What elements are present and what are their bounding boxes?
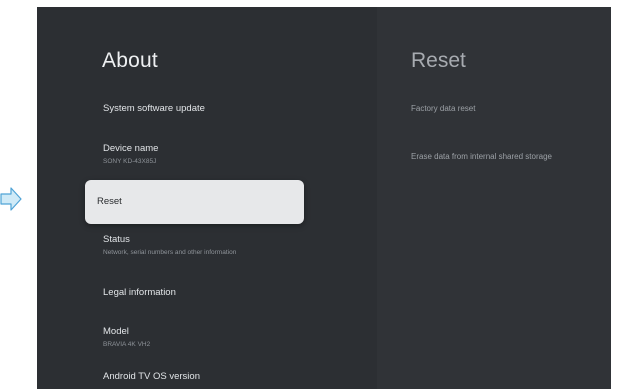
menu-item-system-software-update[interactable]: System software update bbox=[85, 103, 304, 115]
menu-item-android-tv-os-version[interactable]: Android TV OS version bbox=[85, 371, 304, 383]
menu-item-reset[interactable]: Reset bbox=[85, 180, 304, 224]
factory-data-reset-option[interactable]: Factory data reset bbox=[411, 104, 475, 113]
menu-item-label: System software update bbox=[103, 103, 205, 114]
menu-item-model[interactable]: Model BRAVIA 4K VH2 bbox=[85, 326, 304, 350]
menu-item-sublabel: Network, serial numbers and other inform… bbox=[103, 249, 237, 256]
about-title: About bbox=[102, 49, 158, 72]
menu-item-device-name[interactable]: Device name SONY KD-43X85J bbox=[85, 143, 304, 167]
menu-item-legal-information[interactable]: Legal information bbox=[85, 287, 304, 299]
menu-item-label: Legal information bbox=[103, 287, 176, 298]
menu-item-label: Model bbox=[103, 326, 129, 337]
menu-item-label: Status bbox=[103, 234, 130, 245]
menu-item-label: Device name bbox=[103, 143, 159, 154]
menu-item-status[interactable]: Status Network, serial numbers and other… bbox=[85, 234, 304, 258]
erase-internal-storage-option[interactable]: Erase data from internal shared storage bbox=[411, 152, 552, 161]
tv-screen: About System software update Device name… bbox=[37, 7, 611, 389]
menu-item-label: Android TV OS version bbox=[103, 371, 200, 382]
menu-item-sublabel: BRAVIA 4K VH2 bbox=[103, 341, 151, 348]
menu-item-sublabel: SONY KD-43X85J bbox=[103, 158, 157, 165]
page: About System software update Device name… bbox=[0, 0, 617, 389]
right-arrow-icon bbox=[0, 186, 22, 212]
reset-title: Reset bbox=[411, 49, 466, 72]
menu-item-label: Reset bbox=[97, 196, 122, 207]
